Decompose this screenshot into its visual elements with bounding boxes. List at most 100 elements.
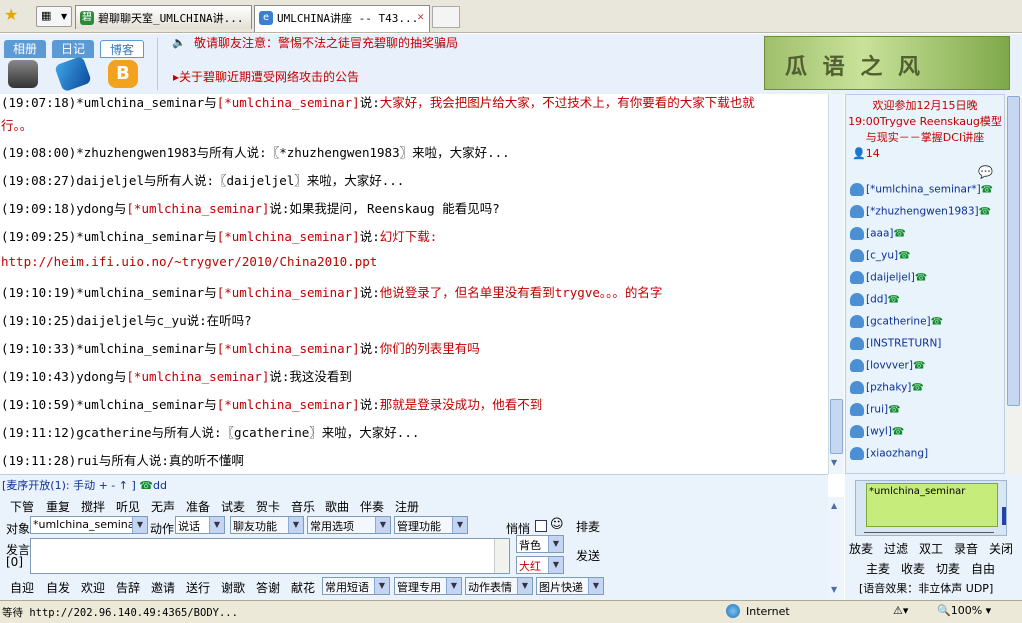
emote-select[interactable]: 动作表情 ▼	[465, 577, 533, 595]
quick-phrase-button[interactable]: 送行	[186, 579, 210, 596]
action-button[interactable]: 歌曲	[325, 498, 349, 515]
voice-button[interactable]: 录音	[954, 540, 978, 557]
action-select[interactable]: 说话 ▼	[175, 516, 225, 534]
target-select[interactable]: *umlchina_semina ▼	[30, 516, 148, 534]
quick-phrase-button[interactable]: 欢迎	[81, 579, 105, 596]
image-express-select[interactable]: 图片快递 ▼	[536, 577, 604, 595]
user-list-item[interactable]: [c_yu]☎	[850, 249, 911, 262]
voice-button[interactable]: 主麦	[866, 560, 890, 577]
voice-button[interactable]: 自由	[971, 560, 995, 577]
quick-phrase-button[interactable]: 自迎	[10, 579, 34, 596]
quick-phrase-button[interactable]: 自发	[46, 579, 70, 596]
voice-button[interactable]: 收麦	[901, 560, 925, 577]
quick-phrase-button[interactable]: 邀请	[151, 579, 175, 596]
admin-only-select[interactable]: 管理专用 ▼	[394, 577, 462, 595]
chat-bubble-icon[interactable]: 💬	[978, 165, 993, 179]
user-list-item[interactable]: [rui]☎	[850, 403, 901, 416]
voice-button[interactable]: 放麦	[849, 540, 873, 557]
banner-ad[interactable]: 瓜 语 之 风	[764, 36, 1010, 90]
chat-sender[interactable]: (19:11:28)rui与所有人说:真的听不懂啊	[1, 453, 244, 468]
user-list-item[interactable]: [gcatherine]☎	[850, 315, 943, 328]
new-tab-button[interactable]	[432, 6, 460, 28]
chat-recipient[interactable]: [*umlchina_seminar]	[126, 201, 269, 216]
chat-sender[interactable]: (19:10:25)daijeljel与c_yu说:在听吗?	[1, 313, 252, 328]
browser-tab-chatroom[interactable]: 碧 碧聊聊天室_UMLCHINA讲...	[75, 5, 252, 29]
chat-recipient[interactable]: [*umlchina_seminar]	[217, 341, 360, 356]
user-list-item[interactable]: [pzhaky]☎	[850, 381, 924, 394]
action-button[interactable]: 试麦	[221, 498, 245, 515]
scroll-thumb[interactable]	[1007, 96, 1020, 406]
action-button[interactable]: 贺卡	[256, 498, 280, 515]
input-scrollbar[interactable]	[494, 539, 509, 573]
user-list-item[interactable]: [INSTRETURN]	[850, 337, 941, 350]
smiley-icon[interactable]: ☺	[550, 517, 564, 532]
scroll-up-icon[interactable]: ▲	[831, 501, 837, 510]
user-list-item[interactable]: [dd]☎	[850, 293, 900, 306]
action-button[interactable]: 搅拌	[81, 498, 105, 515]
chat-sender[interactable]: (19:10:43)ydong与	[1, 369, 126, 384]
voice-button[interactable]: 过滤	[884, 540, 908, 557]
quick-phrase-button[interactable]: 献花	[291, 579, 315, 596]
chat-sender[interactable]: (19:09:18)ydong与	[1, 201, 126, 216]
admin-function-select[interactable]: 管理功能 ▼	[394, 516, 468, 534]
action-button[interactable]: 注册	[395, 498, 419, 515]
quick-phrase-button[interactable]: 答谢	[256, 579, 280, 596]
chat-recipient[interactable]: [*umlchina_seminar]	[126, 369, 269, 384]
volume-slider[interactable]	[864, 527, 994, 533]
zoom-control[interactable]: 🔍100% ▾	[937, 604, 991, 617]
scroll-down-icon[interactable]: ▼	[831, 585, 837, 594]
action-button[interactable]: 下管	[10, 498, 34, 515]
action-button[interactable]: 无声	[151, 498, 175, 515]
chat-sender[interactable]: (19:07:18)*umlchina_seminar与	[1, 95, 217, 110]
mic-queue-status[interactable]: [麦序开放(1): 手动 + - ↑ ] ☎dd	[2, 477, 167, 493]
browser-tab-lecture[interactable]: e UMLCHINA讲座 -- T43... ✕	[254, 5, 430, 32]
chat-sender[interactable]: (19:08:27)daijeljel与所有人说:〖daijeljel〗来啦，大…	[1, 173, 404, 188]
blog-icon[interactable]: B	[108, 60, 138, 88]
font-color-select[interactable]: 大红 ▼	[516, 556, 564, 574]
action-button[interactable]: 重复	[46, 498, 70, 515]
voice-effect[interactable]: [语音效果：非立体声 UDP]	[859, 580, 993, 596]
chat-recipient[interactable]: [*umlchina_seminar]	[217, 95, 360, 110]
action-button[interactable]: 准备	[186, 498, 210, 515]
user-list-item[interactable]: [lovvver]☎	[850, 359, 925, 372]
chat-recipient[interactable]: [*umlchina_seminar]	[217, 397, 360, 412]
voice-button[interactable]: 双工	[919, 540, 943, 557]
queue-mic-button[interactable]: 排麦	[576, 518, 600, 535]
scam-notice[interactable]: 敬请聊友注意：警惕不法之徒冒充碧聊的抽奖骗局	[194, 34, 458, 51]
protected-mode-icon[interactable]: ⚠▾	[893, 604, 908, 617]
chat-recipient[interactable]: [*umlchina_seminar]	[217, 229, 360, 244]
tab-blog[interactable]: 博客	[100, 40, 144, 58]
voice-button[interactable]: 关闭	[989, 540, 1013, 557]
action-button[interactable]: 听见	[116, 498, 140, 515]
scroll-down-icon[interactable]: ▼	[831, 458, 837, 467]
voice-button[interactable]: 切麦	[936, 560, 960, 577]
user-list-item[interactable]: [*umlchina_seminar*]☎	[850, 183, 993, 196]
message-input[interactable]	[30, 538, 510, 574]
quick-tabs-button[interactable]: ▦ ▼	[36, 6, 72, 27]
chat-sender[interactable]: (19:10:59)*umlchina_seminar与	[1, 397, 217, 412]
camera-icon[interactable]	[8, 60, 38, 88]
user-list-scrollbar[interactable]	[1005, 94, 1022, 474]
chat-sender[interactable]: (19:08:00)*zhuzhengwen1983与所有人说:〖*zhuzhe…	[1, 145, 510, 160]
attack-notice-link[interactable]: ▸关于碧聊近期遭受网络攻击的公告	[173, 68, 359, 85]
download-link[interactable]: http://heim.ifi.uio.no/~trygver/2010/Chi…	[1, 254, 377, 269]
tab-album[interactable]: 相册	[4, 40, 46, 58]
common-phrases-select[interactable]: 常用短语 ▼	[322, 577, 390, 595]
chat-sender[interactable]: (19:09:25)*umlchina_seminar与	[1, 229, 217, 244]
scroll-thumb[interactable]	[830, 399, 843, 454]
quick-phrase-button[interactable]: 谢歌	[221, 579, 245, 596]
user-list-item[interactable]: [aaa]☎	[850, 227, 906, 240]
user-list-item[interactable]: [xiaozhang]	[850, 447, 928, 460]
chat-sender[interactable]: (19:10:19)*umlchina_seminar与	[1, 285, 217, 300]
close-tab-icon[interactable]: ✕	[417, 10, 424, 23]
action-button[interactable]: 音乐	[291, 498, 315, 515]
send-button[interactable]: 发送	[576, 547, 600, 564]
whisper-checkbox[interactable]	[535, 520, 547, 532]
user-list-item[interactable]: [daijeljel]☎	[850, 271, 927, 284]
chat-recipient[interactable]: [*umlchina_seminar]	[217, 285, 360, 300]
chat-sender[interactable]: (19:11:12)gcatherine与所有人说:〖gcatherine〗来啦…	[1, 425, 419, 440]
chat-sender[interactable]: (19:10:33)*umlchina_seminar与	[1, 341, 217, 356]
bottom-scrollbar[interactable]: ▲ ▼	[828, 497, 844, 601]
user-list-item[interactable]: [*zhuzhengwen1983]☎	[850, 205, 991, 218]
quick-phrase-button[interactable]: 告辞	[116, 579, 140, 596]
